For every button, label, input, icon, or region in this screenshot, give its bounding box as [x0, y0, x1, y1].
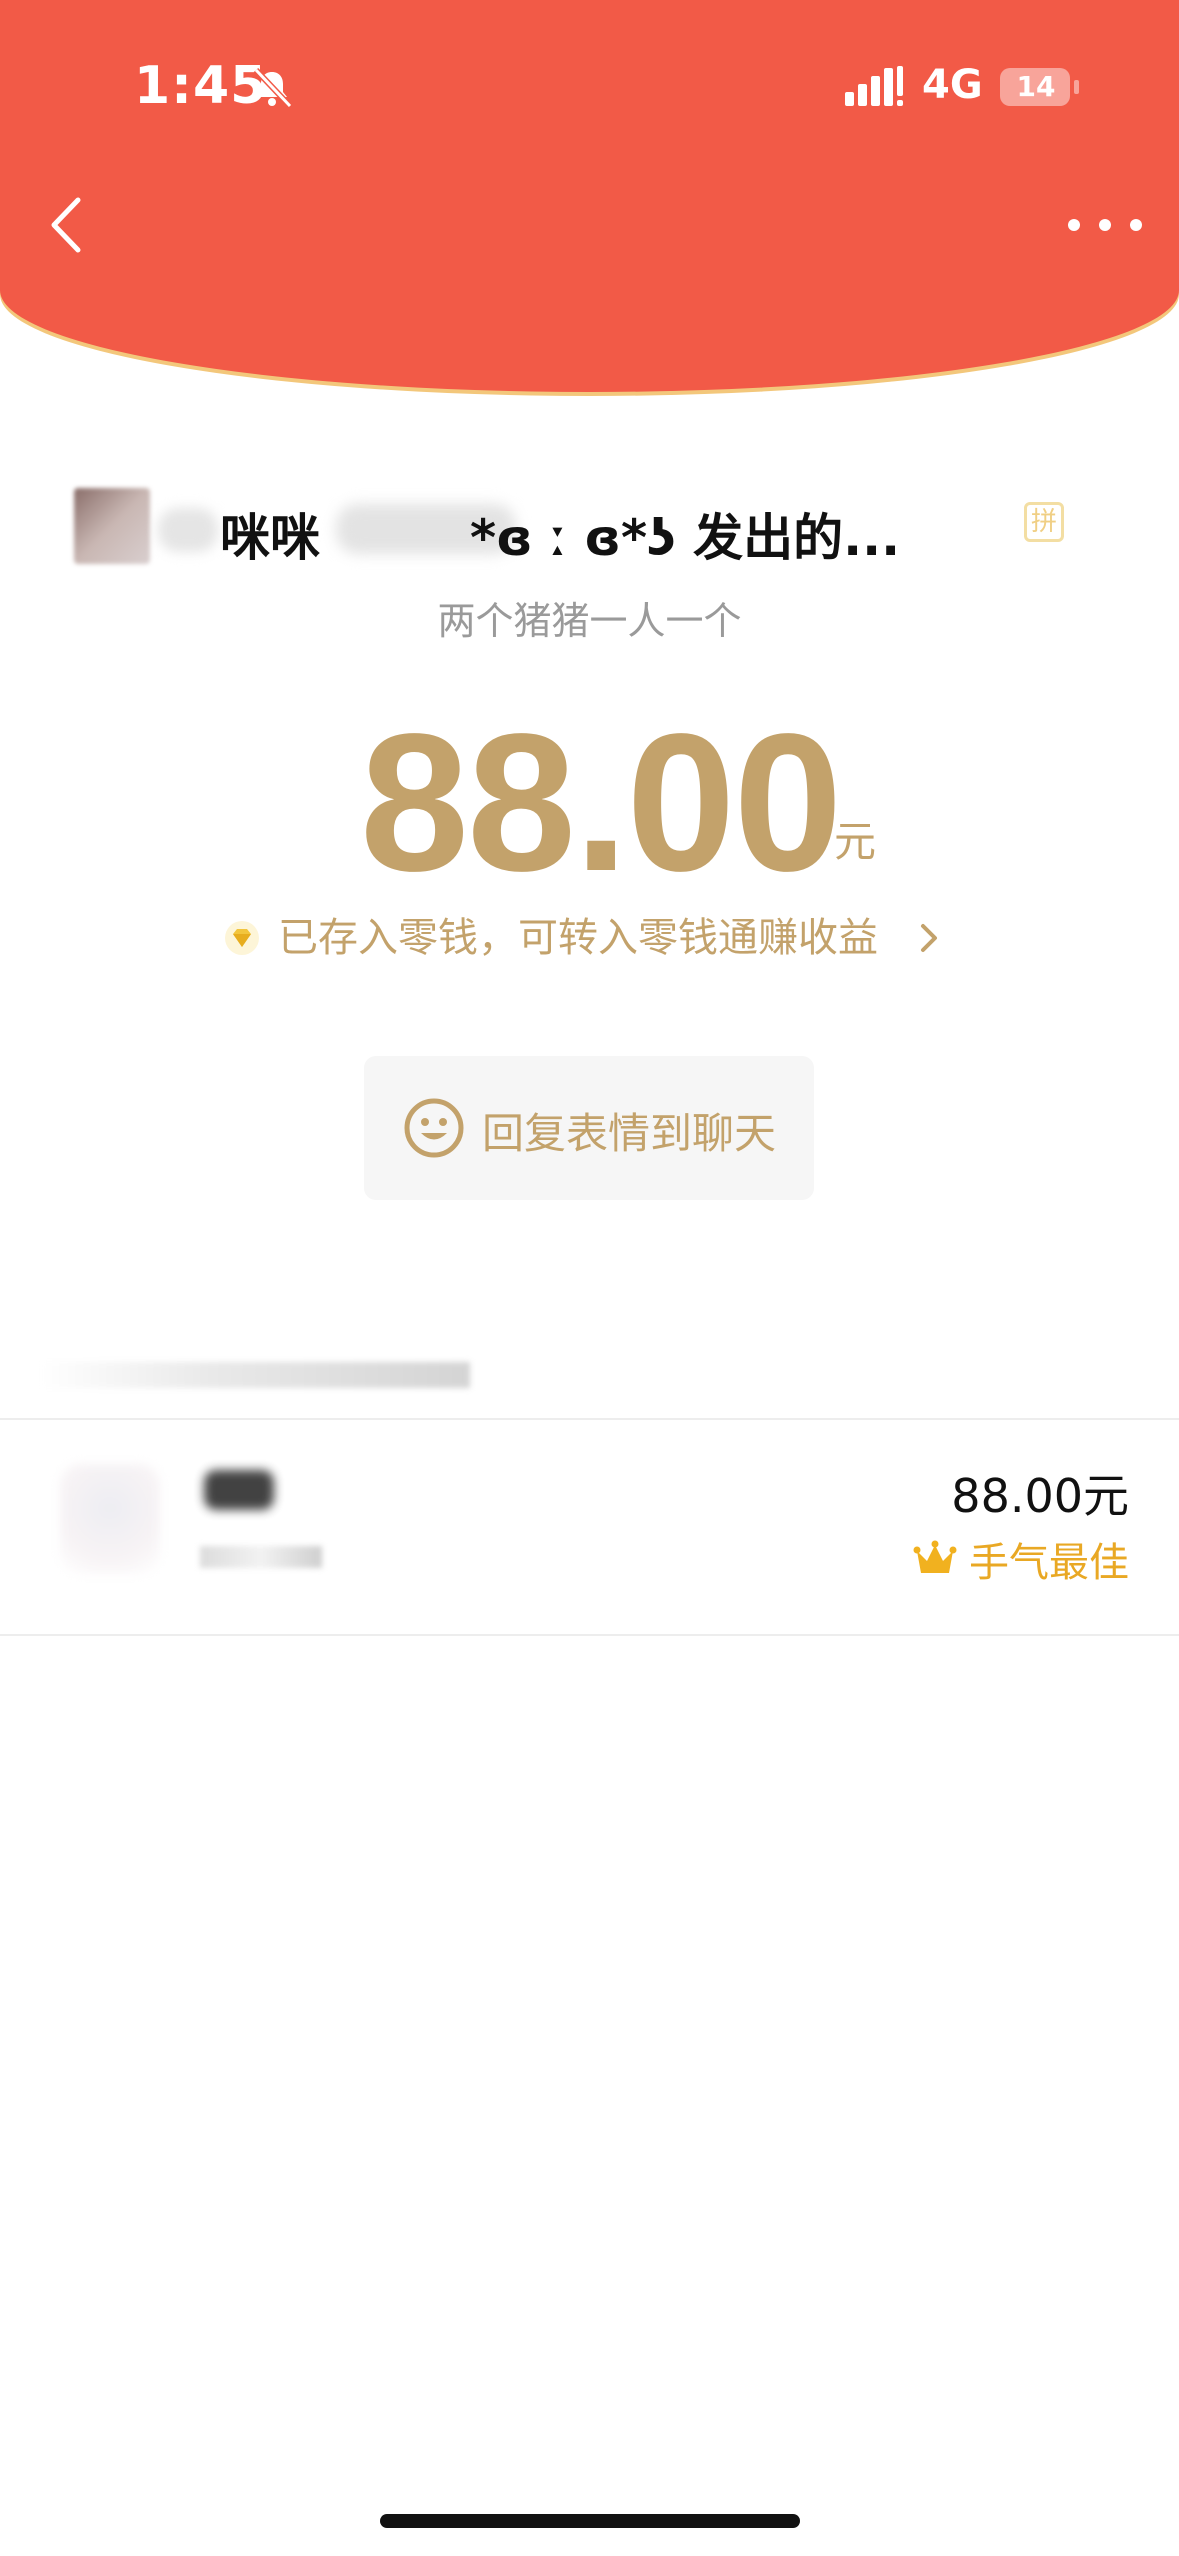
chevron-right-icon [921, 924, 937, 952]
wallet-link-label: 已存入零钱，可转入零钱通赚收益 [278, 915, 878, 961]
network-type: 4G [922, 62, 983, 108]
diamond-icon [225, 921, 259, 955]
wallet-link[interactable]: 已存入零钱，可转入零钱通赚收益 [224, 910, 964, 966]
redacted-receive-time [200, 1546, 322, 1568]
record-amount: 88.00元 [951, 1469, 1129, 1523]
best-luck-label: 手气最佳 [969, 1540, 1129, 1586]
redacted-receiver-name [204, 1470, 274, 1510]
sender-line: 咪咪 *ɞ ː ɞ*ʖ 发出的... 拼 [74, 480, 1074, 570]
currency-unit: 元 [834, 817, 877, 866]
reply-button-label: 回复表情到聊天 [482, 1109, 777, 1158]
received-amount: 88.00 [360, 693, 842, 912]
status-time: 1:45 [134, 56, 268, 116]
back-button[interactable] [40, 190, 90, 260]
reply-sticker-button[interactable]: 回复表情到聊天 [364, 1056, 814, 1200]
best-luck-badge: 手气最佳 [913, 1530, 1129, 1586]
list-item[interactable]: 88.00元 手气最佳 [0, 1420, 1179, 1634]
crown-icon [913, 1540, 957, 1573]
muted-bell-icon [253, 67, 293, 109]
smile-icon [404, 1098, 464, 1158]
redacted-summary [40, 1362, 470, 1388]
pin-badge-icon: 拼 [1024, 502, 1064, 542]
redacted-name-fragment [158, 508, 218, 552]
signal-icon [845, 66, 903, 106]
sender-avatar [74, 488, 150, 564]
sender-name-prefix: 咪咪 [220, 509, 320, 567]
battery-cap [1074, 80, 1079, 94]
more-options-button[interactable] [1060, 200, 1150, 250]
sender-name-suffix: *ɞ ː ɞ*ʖ 发出的... [470, 509, 901, 567]
avatar [60, 1464, 160, 1574]
packet-greeting: 两个猪猪一人一个 [437, 599, 742, 643]
divider [0, 1634, 1179, 1636]
home-indicator[interactable] [380, 2514, 800, 2528]
battery-level: 14 [1016, 70, 1056, 103]
